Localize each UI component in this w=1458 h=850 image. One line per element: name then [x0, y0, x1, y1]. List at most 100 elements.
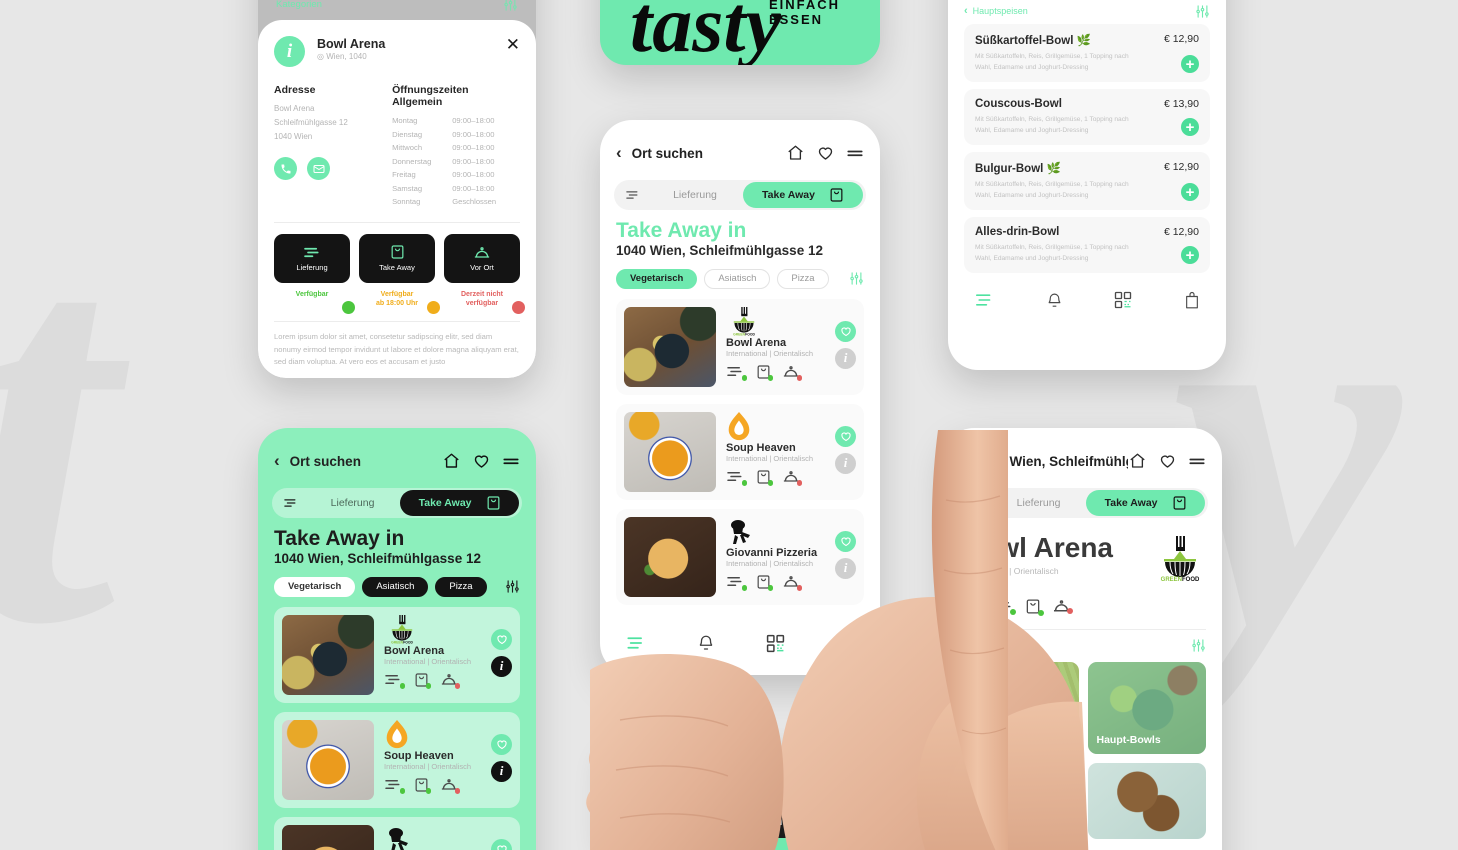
- home-icon[interactable]: [1128, 452, 1147, 470]
- add-to-cart-button[interactable]: +: [1181, 183, 1199, 202]
- sliders-icon[interactable]: [1191, 638, 1206, 653]
- cloche-icon[interactable]: [1052, 598, 1073, 614]
- back-button[interactable]: ‹: [960, 451, 966, 471]
- delivery-lines-icon[interactable]: [726, 574, 747, 591]
- takeaway-bag-icon[interactable]: [414, 777, 431, 794]
- add-to-cart-button[interactable]: +: [1181, 118, 1199, 137]
- delivery-lines-icon[interactable]: [726, 364, 747, 381]
- takeaway-bag-icon[interactable]: [756, 364, 773, 381]
- cloche-icon[interactable]: [782, 364, 802, 381]
- sliders-icon[interactable]: [505, 579, 520, 594]
- heart-icon[interactable]: [472, 452, 491, 470]
- delivery-lines-icon[interactable]: [995, 599, 1016, 615]
- delivery-lines-icon[interactable]: [384, 777, 405, 794]
- menu-item-card[interactable]: Alles-drin-Bowl € 12,90 Mit Süßkartoffel…: [964, 217, 1210, 274]
- delivery-lines-icon[interactable]: [384, 672, 405, 689]
- toggle-takeaway[interactable]: Take Away: [743, 182, 863, 208]
- home-icon[interactable]: [442, 452, 461, 470]
- category-tile[interactable]: [1087, 763, 1206, 839]
- cloche-icon[interactable]: [440, 777, 460, 794]
- google-signin-button[interactable]: Mit Google anmelden: [620, 806, 868, 838]
- menu-back-chevron[interactable]: ‹: [964, 5, 968, 17]
- cloche-icon[interactable]: [440, 672, 460, 689]
- favorite-button[interactable]: [491, 733, 512, 755]
- add-to-cart-button[interactable]: +: [1181, 246, 1199, 265]
- favorite-button[interactable]: [835, 425, 856, 447]
- toggle-lieferung[interactable]: Lieferung: [991, 497, 1086, 509]
- sliders-icon[interactable]: [275, 496, 305, 510]
- delivery-toggle[interactable]: Lieferung Take Away: [272, 488, 522, 518]
- toggle-takeaway[interactable]: Take Away: [1086, 490, 1205, 516]
- category-tile[interactable]: %: [960, 662, 1079, 770]
- sliders-icon[interactable]: [617, 188, 647, 202]
- info-button[interactable]: i: [491, 655, 512, 677]
- delivery-lines-icon[interactable]: [726, 469, 747, 486]
- favorite-button[interactable]: [835, 530, 856, 552]
- cloche-icon[interactable]: [782, 574, 802, 591]
- info-button[interactable]: i: [835, 347, 856, 369]
- bag-icon[interactable]: [1184, 291, 1200, 310]
- toggle-lieferung[interactable]: Lieferung: [647, 189, 743, 201]
- menu-item-card[interactable]: Bulgur-Bowl 🌿 € 12,90 Mit Süßkartoffeln,…: [964, 152, 1210, 211]
- list-active-icon[interactable]: [974, 292, 994, 308]
- heart-icon[interactable]: [816, 144, 835, 162]
- list-active-icon[interactable]: [625, 635, 646, 651]
- bell-icon[interactable]: [697, 633, 715, 653]
- filter-chip-vegetarisch[interactable]: Vegetarisch: [274, 576, 356, 597]
- filter-chip-pizza[interactable]: Pizza: [777, 268, 829, 289]
- takeaway-bag-icon[interactable]: [414, 672, 431, 689]
- favorite-button[interactable]: [835, 320, 856, 342]
- category-tile[interactable]: [960, 779, 1079, 839]
- delivery-toggle[interactable]: Lieferung Take Away: [958, 488, 1208, 518]
- restaurant-card[interactable]: Soup Heaven International | Orientalisch…: [274, 711, 520, 808]
- restaurant-card[interactable]: Giovanni Pizzeria International | Orient…: [274, 816, 520, 850]
- service-button[interactable]: Vor Ort: [444, 233, 520, 283]
- restaurant-card[interactable]: Soup Heaven International | Orientalisch…: [616, 403, 864, 500]
- service-button[interactable]: Lieferung: [274, 233, 350, 283]
- apple-signin-button[interactable]: Mit Apple anmelden: [620, 766, 868, 798]
- heart-icon[interactable]: [1158, 452, 1177, 470]
- mail-icon[interactable]: [307, 157, 330, 180]
- menu-item-card[interactable]: Couscous-Bowl € 13,90 Mit Süßkartoffeln,…: [964, 89, 1210, 146]
- add-to-cart-button[interactable]: +: [1181, 55, 1199, 74]
- restaurant-card[interactable]: GREENFOOD Bowl Arena International | Ori…: [616, 298, 864, 395]
- restaurant-card[interactable]: GREENFOOD Bowl Arena International | Ori…: [274, 606, 520, 703]
- menu-back-label[interactable]: Hauptspeisen: [973, 6, 1028, 16]
- qr-icon[interactable]: [1114, 291, 1132, 309]
- menu-item-card[interactable]: Süßkartoffel-Bowl 🌿 € 12,90 Mit Süßkarto…: [964, 24, 1210, 83]
- category-tile[interactable]: Haupt-Bowls: [1087, 662, 1206, 754]
- info-button[interactable]: i: [835, 452, 856, 474]
- back-button[interactable]: ‹: [616, 143, 622, 163]
- favorite-button[interactable]: [491, 838, 512, 850]
- info-button[interactable]: i: [491, 760, 512, 782]
- info-icon[interactable]: i: [960, 594, 984, 618]
- sliders-icon[interactable]: [1195, 4, 1210, 19]
- filter-chip-vegetarisch[interactable]: Vegetarisch: [616, 268, 698, 289]
- phone-icon[interactable]: [274, 157, 297, 180]
- takeaway-bag-icon[interactable]: [756, 574, 773, 591]
- cloche-icon[interactable]: [782, 469, 802, 486]
- service-button[interactable]: Take Away: [359, 233, 435, 283]
- profile-icon[interactable]: [836, 634, 855, 653]
- info-button[interactable]: i: [835, 557, 856, 579]
- filter-chip-asiatisch[interactable]: Asiatisch: [362, 576, 429, 597]
- favorite-button[interactable]: [491, 628, 512, 650]
- bell-icon[interactable]: [1046, 291, 1063, 310]
- qr-icon[interactable]: [766, 634, 785, 653]
- filter-chip-asiatisch[interactable]: Asiatisch: [704, 268, 771, 289]
- back-button[interactable]: ‹: [274, 451, 280, 471]
- close-icon[interactable]: ✕: [506, 36, 520, 53]
- sliders-icon[interactable]: [849, 271, 864, 286]
- menu-icon[interactable]: [502, 455, 520, 467]
- toggle-takeaway[interactable]: Take Away: [400, 490, 519, 516]
- delivery-toggle[interactable]: Lieferung Take Away: [614, 180, 866, 210]
- menu-icon[interactable]: [846, 147, 864, 159]
- takeaway-bag-icon[interactable]: [756, 469, 773, 486]
- sliders-icon[interactable]: [961, 496, 991, 510]
- restaurant-card[interactable]: Giovanni Pizzeria International | Orient…: [616, 508, 864, 605]
- toggle-lieferung[interactable]: Lieferung: [305, 497, 400, 509]
- takeaway-bag-icon[interactable]: [1025, 598, 1044, 616]
- menu-icon[interactable]: [1188, 455, 1206, 467]
- filter-chip-pizza[interactable]: Pizza: [435, 576, 487, 597]
- home-icon[interactable]: [786, 144, 805, 162]
